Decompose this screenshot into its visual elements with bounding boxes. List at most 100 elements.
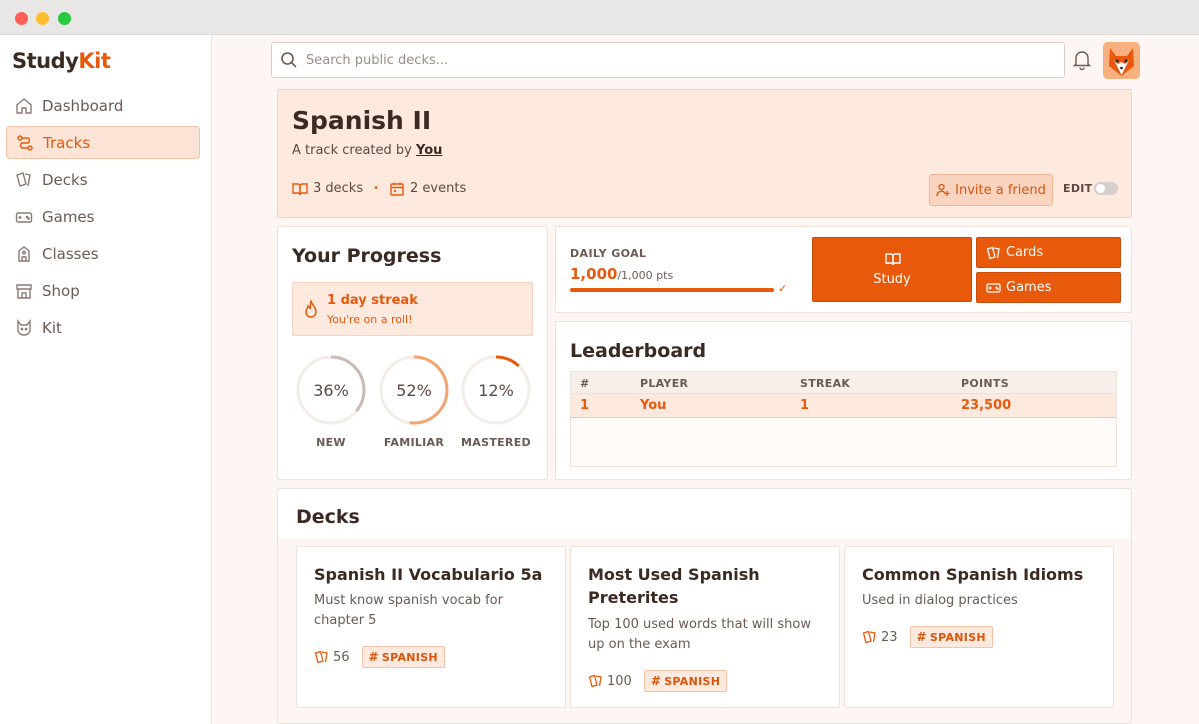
deck-card[interactable]: Most Used Spanish Preterites Top 100 use…: [570, 546, 840, 708]
sidebar: StudyKit Dashboard Tracks Decks Games Cl…: [0, 35, 212, 724]
deck-meta: 100 # SPANISH: [588, 670, 728, 692]
daily-goal-card: DAILY GOAL 1,000/1,000 pts ✓ Study Cards…: [555, 226, 1132, 313]
cards-icon: [986, 246, 1001, 260]
notification-bell-icon[interactable]: [1072, 49, 1092, 71]
streak-banner: 1 day streak You're on a roll!: [292, 282, 533, 336]
sidebar-item-label: Decks: [42, 170, 88, 189]
search-bar[interactable]: [271, 42, 1065, 78]
search-icon: [280, 51, 298, 69]
sidebar-item-kit[interactable]: Kit: [6, 311, 200, 344]
sidebar-item-decks[interactable]: Decks: [6, 163, 200, 196]
progress-ring-new: 36%: [295, 354, 367, 426]
tag-label: SPANISH: [381, 650, 438, 664]
tag-label: SPANISH: [929, 630, 986, 644]
sidebar-item-dashboard[interactable]: Dashboard: [6, 89, 200, 122]
games-label: Games: [1006, 280, 1052, 295]
deck-card-count: 23: [881, 629, 898, 645]
logo-main: Study: [12, 49, 79, 73]
cards-icon: [862, 630, 877, 644]
games-button[interactable]: Games: [976, 272, 1121, 303]
ring-percent: 12%: [478, 380, 514, 400]
goal-value: 1,000/1,000 pts: [570, 265, 673, 283]
sidebar-item-shop[interactable]: Shop: [6, 274, 200, 307]
table-header: # PLAYER STREAK POINTS: [571, 372, 1116, 394]
window-titlebar: [0, 0, 1199, 35]
edit-toggle[interactable]: [1094, 182, 1118, 195]
sidebar-item-label: Dashboard: [42, 96, 124, 115]
row-points: 23,500: [961, 398, 1012, 413]
streak-title: 1 day streak: [327, 293, 418, 308]
deck-meta: 56 # SPANISH: [314, 646, 445, 668]
sidebar-item-games[interactable]: Games: [6, 200, 200, 233]
deck-tag[interactable]: # SPANISH: [643, 670, 728, 692]
cards-icon: [588, 674, 603, 688]
sidebar-item-label: Tracks: [43, 133, 91, 152]
cards-button[interactable]: Cards: [976, 237, 1121, 268]
column-header-rank: #: [580, 377, 590, 390]
goal-label: DAILY GOAL: [570, 247, 647, 260]
toggle-knob: [1096, 184, 1105, 193]
maximize-window-button[interactable]: [58, 12, 71, 25]
deck-title: Common Spanish Idioms: [862, 565, 1084, 584]
book-icon: [292, 182, 308, 196]
decks-count: 3 decks: [313, 181, 364, 196]
study-label: Study: [873, 272, 911, 287]
calendar-icon: [389, 182, 405, 196]
decks-title: Decks: [296, 506, 360, 528]
route-icon: [15, 133, 35, 153]
owner-link[interactable]: You: [416, 143, 442, 158]
tag-label: SPANISH: [664, 674, 721, 688]
leaderboard-title: Leaderboard: [570, 340, 707, 362]
deck-card[interactable]: Spanish II Vocabulario 5a Must know span…: [296, 546, 566, 708]
deck-title: Spanish II Vocabulario 5a: [314, 565, 543, 584]
sidebar-item-classes[interactable]: Classes: [6, 237, 200, 270]
minimize-window-button[interactable]: [36, 12, 49, 25]
book-icon: [885, 252, 901, 266]
invite-friend-button[interactable]: Invite a friend: [929, 174, 1053, 206]
app-logo[interactable]: StudyKit: [12, 49, 111, 73]
leaderboard-table: # PLAYER STREAK POINTS 1 You 1 23,500: [570, 371, 1117, 467]
school-icon: [14, 244, 34, 264]
deck-card-count: 100: [607, 673, 632, 689]
progress-card: Your Progress 1 day streak You're on a r…: [277, 226, 548, 480]
deck-meta: 23 # SPANISH: [862, 626, 993, 648]
study-button[interactable]: Study: [812, 237, 972, 302]
store-icon: [14, 281, 34, 301]
deck-description: Must know spanish vocab for chapter 5: [314, 593, 503, 628]
column-header-player: PLAYER: [640, 377, 689, 390]
track-meta: 3 decks • 2 events: [292, 181, 466, 196]
search-input[interactable]: [306, 52, 1006, 68]
sidebar-item-label: Shop: [42, 281, 80, 300]
column-header-streak: STREAK: [800, 377, 851, 390]
goal-progress-fill: [570, 288, 774, 292]
progress-ring-mastered: 12%: [460, 354, 532, 426]
cards-icon: [14, 170, 34, 190]
sidebar-item-tracks[interactable]: Tracks: [6, 126, 200, 159]
sidebar-item-label: Games: [42, 207, 95, 226]
deck-card[interactable]: Common Spanish Idioms Used in dialog pra…: [844, 546, 1114, 708]
goal-points: 1,000: [570, 265, 618, 283]
subtitle-prefix: A track created by: [292, 143, 412, 158]
separator-dot: •: [373, 183, 380, 194]
deck-description: Used in dialog practices: [862, 593, 1018, 608]
ring-percent: 36%: [313, 380, 349, 400]
cards-icon: [314, 650, 329, 664]
table-row[interactable]: 1 You 1 23,500: [571, 394, 1116, 418]
leaderboard-card: Leaderboard # PLAYER STREAK POINTS 1 You…: [555, 321, 1132, 480]
flame-icon: [303, 298, 319, 320]
close-window-button[interactable]: [15, 12, 28, 25]
deck-tag[interactable]: # SPANISH: [909, 626, 993, 648]
deck-title: Most Used Spanish Preterites: [588, 565, 760, 607]
ring-label-familiar: FAMILIAR: [383, 436, 445, 449]
user-avatar[interactable]: [1103, 42, 1140, 79]
sidebar-item-label: Kit: [42, 318, 62, 337]
edit-label: EDIT: [1063, 182, 1093, 195]
invite-label: Invite a friend: [955, 182, 1046, 198]
sidebar-item-label: Classes: [42, 244, 99, 263]
gamepad-icon: [14, 207, 34, 227]
deck-tag[interactable]: # SPANISH: [361, 646, 445, 668]
deck-card-count: 56: [333, 649, 350, 665]
streak-subtitle: You're on a roll!: [327, 313, 413, 326]
row-player: You: [640, 398, 667, 413]
goal-target: /1,000 pts: [617, 269, 674, 282]
